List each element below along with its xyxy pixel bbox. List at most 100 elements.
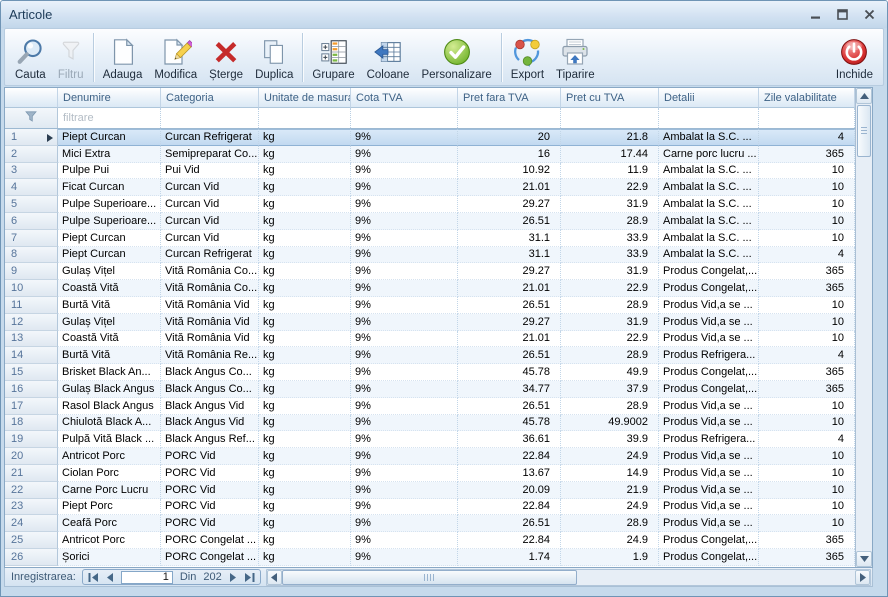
cell-pret-fara-tva[interactable]: 26.51 [458,347,561,364]
cell-categoria[interactable]: Black Angus Ref... [161,431,259,448]
cell-cota-tva[interactable]: 9% [351,213,458,230]
cell-pret-cu-tva[interactable]: 17.44 [561,146,659,163]
toolbar-button-sterge[interactable]: Șterge [203,31,249,84]
cell-categoria[interactable]: Curcan Vid [161,196,259,213]
table-row[interactable]: 21Ciolan PorcPORC Vidkg9%13.6714.9Produs… [5,465,855,482]
cell-unitate-de-masura[interactable]: kg [259,415,351,432]
cell-denumire[interactable]: Ficat Curcan [58,179,161,196]
row-header[interactable]: 24 [5,515,58,532]
cell-detalii[interactable]: Produs Vid,a se ... [659,465,759,482]
cell-denumire[interactable]: Antricot Porc [58,532,161,549]
toolbar-button-cauta[interactable]: Cauta [9,31,52,84]
cell-unitate-de-masura[interactable]: kg [259,549,351,566]
cell-detalii[interactable]: Produs Refrigera... [659,347,759,364]
cell-unitate-de-masura[interactable]: kg [259,381,351,398]
toolbar-button-modifica[interactable]: Modifica [148,31,203,84]
cell-categoria[interactable]: Black Angus Vid [161,415,259,432]
cell-categoria[interactable]: Vită România Co... [161,280,259,297]
cell-pret-cu-tva[interactable]: 37.9 [561,381,659,398]
filter-cell-zile-valabilitate[interactable] [759,108,855,128]
cell-pret-cu-tva[interactable]: 33.9 [561,230,659,247]
cell-zile-valabilitate[interactable]: 10 [759,515,855,532]
cell-detalii[interactable]: Ambalat la S.C. ... [659,213,759,230]
cell-denumire[interactable]: Burtă Vită [58,297,161,314]
cell-detalii[interactable]: Produs Congelat,... [659,532,759,549]
cell-pret-fara-tva[interactable]: 26.51 [458,213,561,230]
row-header[interactable]: 2 [5,146,58,163]
cell-categoria[interactable]: Vită România Co... [161,263,259,280]
cell-pret-cu-tva[interactable]: 24.9 [561,448,659,465]
first-record-button[interactable] [88,573,99,582]
cell-detalii[interactable]: Produs Vid,a se ... [659,448,759,465]
vertical-scroll-thumb[interactable] [857,105,871,157]
toolbar-button-export[interactable]: Export [505,31,550,84]
cell-cota-tva[interactable]: 9% [351,179,458,196]
cell-cota-tva[interactable]: 9% [351,247,458,264]
cell-denumire[interactable]: Piept Curcan [58,230,161,247]
cell-pret-cu-tva[interactable]: 39.9 [561,431,659,448]
cell-detalii[interactable]: Carne porc lucru ... [659,146,759,163]
cell-denumire[interactable]: Coastă Vită [58,280,161,297]
cell-unitate-de-masura[interactable]: kg [259,196,351,213]
cell-pret-fara-tva[interactable]: 20 [458,129,561,146]
cell-zile-valabilitate[interactable]: 10 [759,179,855,196]
cell-pret-fara-tva[interactable]: 31.1 [458,247,561,264]
cell-cota-tva[interactable]: 9% [351,549,458,566]
table-row[interactable]: 22Carne Porc LucruPORC Vidkg9%20.0921.9P… [5,482,855,499]
toolbar-button-personalizare[interactable]: Personalizare [415,31,497,84]
row-header[interactable]: 22 [5,482,58,499]
table-row[interactable]: 2Mici ExtraSemipreparat Co...kg9%1617.44… [5,146,855,163]
cell-unitate-de-masura[interactable]: kg [259,448,351,465]
cell-denumire[interactable]: Coastă Vită [58,331,161,348]
cell-pret-fara-tva[interactable]: 29.27 [458,196,561,213]
row-header[interactable]: 15 [5,364,58,381]
row-header[interactable]: 6 [5,213,58,230]
cell-categoria[interactable]: Vită România Vid [161,314,259,331]
cell-detalii[interactable]: Produs Vid,a se ... [659,314,759,331]
cell-zile-valabilitate[interactable]: 365 [759,532,855,549]
row-header[interactable]: 14 [5,347,58,364]
cell-zile-valabilitate[interactable]: 10 [759,465,855,482]
cell-denumire[interactable]: Pulpe Pui [58,163,161,180]
toolbar-button-tiparire[interactable]: Tiparire [550,31,601,84]
cell-cota-tva[interactable]: 9% [351,280,458,297]
cell-zile-valabilitate[interactable]: 4 [759,347,855,364]
cell-categoria[interactable]: Vită România Vid [161,297,259,314]
row-header[interactable]: 16 [5,381,58,398]
table-row[interactable]: 4Ficat CurcanCurcan Vidkg9%21.0122.9Amba… [5,179,855,196]
close-button[interactable] [862,8,877,21]
row-header[interactable]: 23 [5,499,58,516]
cell-denumire[interactable]: Carne Porc Lucru [58,482,161,499]
cell-unitate-de-masura[interactable]: kg [259,515,351,532]
toolbar-button-duplica[interactable]: Duplica [249,31,299,84]
cell-denumire[interactable]: Piept Curcan [58,247,161,264]
table-row[interactable]: 20Antricot PorcPORC Vidkg9%22.8424.9Prod… [5,448,855,465]
cell-zile-valabilitate[interactable]: 10 [759,415,855,432]
cell-pret-cu-tva[interactable]: 49.9002 [561,415,659,432]
cell-detalii[interactable]: Produs Congelat,... [659,364,759,381]
cell-pret-fara-tva[interactable]: 20.09 [458,482,561,499]
cell-detalii[interactable]: Produs Congelat,... [659,280,759,297]
row-header[interactable]: 4 [5,179,58,196]
cell-zile-valabilitate[interactable]: 10 [759,213,855,230]
maximize-button[interactable] [835,8,850,21]
cell-unitate-de-masura[interactable]: kg [259,347,351,364]
table-row[interactable]: 5Pulpe Superioare...Curcan Vidkg9%29.273… [5,196,855,213]
cell-pret-cu-tva[interactable]: 22.9 [561,179,659,196]
cell-pret-cu-tva[interactable]: 21.8 [561,129,659,146]
cell-unitate-de-masura[interactable]: kg [259,431,351,448]
horizontal-scroll-thumb[interactable] [282,570,578,585]
column-header-categoria[interactable]: Categoria [161,88,259,108]
column-header-zile-valabilitate[interactable]: Zile valabilitate [759,88,855,108]
cell-categoria[interactable]: Curcan Vid [161,230,259,247]
cell-pret-fara-tva[interactable]: 22.84 [458,532,561,549]
cell-denumire[interactable]: Antricot Porc [58,448,161,465]
cell-categoria[interactable]: Semipreparat Co... [161,146,259,163]
table-row[interactable]: 16Gulaș Black AngusBlack Angus Co...kg9%… [5,381,855,398]
cell-categoria[interactable]: Curcan Refrigerat [161,247,259,264]
cell-pret-cu-tva[interactable]: 21.9 [561,482,659,499]
table-row[interactable]: 17Rasol Black AngusBlack Angus Vidkg9%26… [5,398,855,415]
cell-unitate-de-masura[interactable]: kg [259,364,351,381]
cell-detalii[interactable]: Produs Vid,a se ... [659,499,759,516]
column-header-pret-cu-tva[interactable]: Pret cu TVA [561,88,659,108]
